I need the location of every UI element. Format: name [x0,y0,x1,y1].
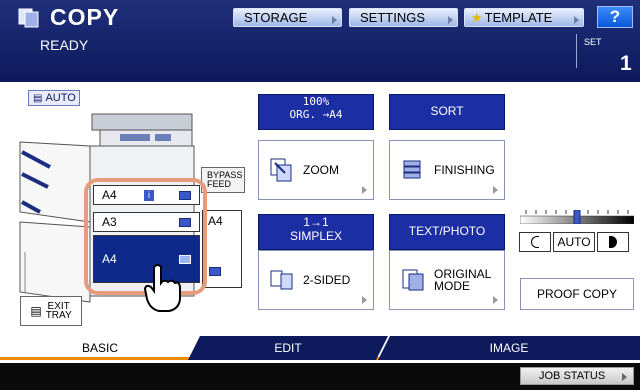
auto-density-button[interactable]: AUTO [553,232,595,252]
hand-pointer-icon [143,264,181,312]
proof-copy-button[interactable]: PROOF COPY [520,278,634,310]
paper-stack-icon: ▤ [33,92,43,104]
settings-button[interactable]: SETTINGS [349,8,458,27]
chevron-right-icon [574,16,579,24]
half-circle-light-icon [531,236,539,248]
footer-bar: JOB STATUS [0,363,640,390]
zoom-label: ZOOM [303,163,339,177]
auto-label: AUTO [45,92,76,104]
finishing-info: SORT [389,94,505,130]
exit-tray-label-2: TRAY [45,310,72,321]
app-title: COPY [50,4,120,30]
auto-density-label: AUTO [557,235,591,249]
template-label: TEMPLATE [484,10,553,25]
chevron-right-icon [332,16,337,24]
bypass-feed-button[interactable]: BYPASS FEED [201,167,245,193]
original-mode-value: TEXT/PHOTO [408,224,486,238]
bypass-tray[interactable]: A4 [202,210,242,288]
status-text: READY [40,37,89,53]
zoom-paper: ORG. →A4 [289,108,343,121]
original-mode-icon [402,269,424,291]
original-mode-button[interactable]: ORIGINAL MODE [389,250,505,310]
header-bar: COPY STORAGE SETTINGS ★ TEMPLATE ? READY… [0,0,640,82]
auto-paper-button[interactable]: ▤ AUTO [28,90,80,106]
finishing-mode: SORT [430,104,464,118]
original-mode-info: TEXT/PHOTO [389,214,505,250]
job-status-button[interactable]: JOB STATUS [520,367,634,385]
density-slider[interactable] [520,210,634,224]
exit-tray-button[interactable]: ▤ EXIT TRAY [20,296,82,326]
duplex-label: SIMPLEX [289,229,343,243]
tab-bar: BASIC EDIT IMAGE [0,336,640,360]
two-sided-icon [270,270,293,290]
half-circle-dark-icon [609,236,617,248]
settings-label: SETTINGS [360,10,426,25]
zoom-ratio: 100% [302,95,330,108]
template-button[interactable]: ★ TEMPLATE [464,8,584,27]
storage-label: STORAGE [244,10,308,25]
paper-icon [209,267,221,276]
finishing-label: FINISHING [434,163,495,177]
density-controls: AUTO [519,232,629,252]
help-button[interactable]: ? [597,6,633,28]
two-sided-label: 2-SIDED [303,273,351,287]
zoom-button[interactable]: ZOOM [258,140,374,200]
duplex-mode: 1→1 [303,215,329,229]
tab-edit[interactable]: EDIT [188,336,388,360]
storage-button[interactable]: STORAGE [233,8,342,27]
original-mode-label-2: MODE [434,279,470,293]
job-status-label: JOB STATUS [539,370,606,382]
star-icon: ★ [471,9,483,25]
tab-image[interactable]: IMAGE [378,336,640,360]
tray-icon: ▤ [30,303,42,318]
zoom-info: 100% ORG. →A4 [258,94,374,130]
bypass-label-2: FEED [207,179,232,189]
chevron-right-icon [493,186,498,194]
set-label: SET [584,37,602,47]
set-divider [576,34,577,68]
tab-basic[interactable]: BASIC [0,336,200,360]
chevron-right-icon [448,16,453,24]
finishing-icon [403,160,421,179]
lighter-button[interactable] [519,232,551,252]
finishing-button[interactable]: FINISHING [389,140,505,200]
darker-button[interactable] [597,232,629,252]
main-panel: ▤ AUTO A4 i A3 A4 BYPASS FEED A4 ▤ EXIT … [0,82,640,338]
chevron-right-icon [493,296,498,304]
chevron-right-icon [362,186,367,194]
two-sided-button[interactable]: 2-SIDED [258,250,374,310]
duplex-info: 1→1 SIMPLEX [258,214,374,250]
chevron-right-icon [362,296,367,304]
bypass-paper-size: A4 [208,214,223,228]
chevron-right-icon [622,373,627,381]
zoom-icon [270,158,292,182]
copy-icon [18,8,39,28]
set-count: 1 [620,52,632,75]
